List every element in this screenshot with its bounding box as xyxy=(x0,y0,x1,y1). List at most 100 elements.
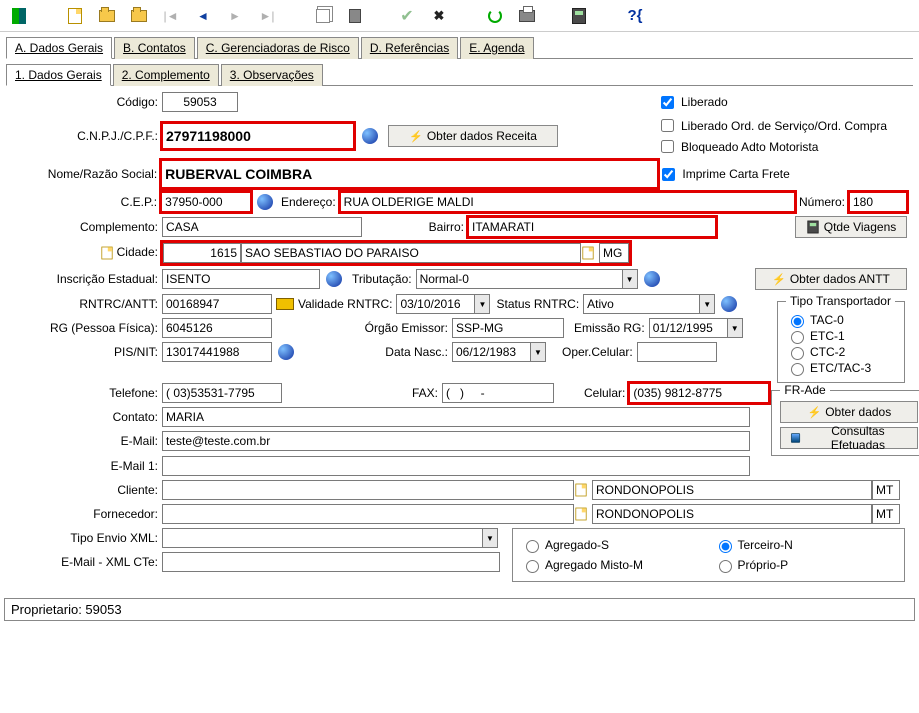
codigo-field[interactable] xyxy=(162,92,238,112)
cidade-nome-field[interactable] xyxy=(241,243,581,263)
tipo-transportador-legend: Tipo Transportador xyxy=(786,294,895,308)
label-tributacao: Tributação: xyxy=(352,272,416,286)
status-rntrc-select[interactable]: ▼ xyxy=(583,294,715,314)
tributacao-select[interactable]: ▼ xyxy=(416,269,638,289)
liberado-checkbox[interactable]: Liberado xyxy=(657,93,907,112)
data-nasc-field[interactable]: ▼ xyxy=(452,342,546,362)
fornecedor-cod-field[interactable] xyxy=(162,504,574,524)
label-status-rntrc: Status RNTRC: xyxy=(496,297,583,311)
email1-field[interactable] xyxy=(162,456,750,476)
main-toolbar: |◄ ◄ ► ►| ✔ ✖ ?{ xyxy=(0,0,919,32)
liberado-ord-checkbox[interactable]: Liberado Ord. de Serviço/Ord. Compra xyxy=(657,116,907,135)
rg-field[interactable] xyxy=(162,318,272,338)
radio-etc[interactable]: ETC-1 xyxy=(786,328,884,344)
email-xml-field[interactable] xyxy=(162,552,500,572)
radio-agregado[interactable]: Agregado-S xyxy=(521,537,692,553)
numero-field[interactable] xyxy=(849,192,907,212)
email-field[interactable] xyxy=(162,431,750,451)
fornecedor-uf-field xyxy=(872,504,900,524)
fax-field[interactable] xyxy=(442,383,554,403)
cidade-uf-field[interactable] xyxy=(599,243,629,263)
globe-icon[interactable] xyxy=(362,128,378,144)
radio-terceiro[interactable]: Terceiro-N xyxy=(714,537,885,553)
oper-celular-field[interactable] xyxy=(637,342,717,362)
telefone-field[interactable] xyxy=(162,383,282,403)
truck-icon[interactable] xyxy=(276,298,294,310)
obter-antt-button[interactable]: ⚡Obter dados ANTT xyxy=(755,268,907,290)
radio-ctc[interactable]: CTC-2 xyxy=(786,344,884,360)
radio-agregado-misto[interactable]: Agregado Misto-M xyxy=(521,557,692,573)
complemento-field[interactable] xyxy=(162,217,362,237)
fornecedor-lookup-icon[interactable] xyxy=(575,508,586,521)
tab-agenda[interactable]: E. Agenda xyxy=(460,37,533,59)
trash-icon[interactable] xyxy=(346,7,364,25)
cidade-lookup-icon[interactable] xyxy=(582,247,593,260)
obter-receita-button[interactable]: ⚡Obter dados Receita xyxy=(388,125,558,147)
globe-rntrc-icon[interactable] xyxy=(721,296,737,312)
print-icon[interactable] xyxy=(518,7,536,25)
tab-referencias[interactable]: D. Referências xyxy=(361,37,458,59)
tipo-envio-select[interactable]: ▼ xyxy=(162,528,498,548)
qtde-viagens-button[interactable]: Qtde Viagens xyxy=(795,216,907,238)
label-data-nasc: Data Nasc.: xyxy=(352,345,452,359)
label-emissao-rg: Emissão RG: xyxy=(574,321,649,335)
globe-pis-icon[interactable] xyxy=(278,344,294,360)
inscricao-field[interactable] xyxy=(162,269,320,289)
bairro-field[interactable] xyxy=(468,217,716,237)
confirm-icon[interactable]: ✔ xyxy=(398,7,416,25)
cep-field[interactable] xyxy=(161,192,251,212)
subtab-complemento[interactable]: 2. Complemento xyxy=(113,64,219,86)
cliente-lookup-icon[interactable] xyxy=(575,484,586,497)
next-icon[interactable]: ► xyxy=(226,7,244,25)
calculator-icon[interactable] xyxy=(570,7,588,25)
cnpj-field[interactable] xyxy=(162,123,354,149)
folder-up-icon[interactable] xyxy=(130,7,148,25)
globe-cep-icon[interactable] xyxy=(257,194,273,210)
contato-field[interactable] xyxy=(162,407,750,427)
dropdown-arrow-icon: ▼ xyxy=(622,269,638,289)
cliente-cod-field[interactable] xyxy=(162,480,574,500)
subtab-dados-gerais[interactable]: 1. Dados Gerais xyxy=(6,64,111,86)
subtab-observacoes[interactable]: 3. Observações xyxy=(221,64,323,86)
tab-dados-gerais[interactable]: A. Dados Gerais xyxy=(6,37,112,59)
first-icon[interactable]: |◄ xyxy=(162,7,180,25)
obter-dados-button[interactable]: ⚡Obter dados xyxy=(780,401,918,423)
radio-tac[interactable]: TAC-0 xyxy=(786,312,884,328)
consultas-button[interactable]: Consultas Efetuadas xyxy=(780,427,918,449)
last-icon[interactable]: ►| xyxy=(258,7,276,25)
label-endereco: Endereço: xyxy=(281,195,340,209)
status-bar: Proprietario: 59053 xyxy=(4,598,915,621)
label-codigo: Código: xyxy=(12,95,162,109)
tab-gerenciadoras[interactable]: C. Gerenciadoras de Risco xyxy=(197,37,359,59)
pis-field[interactable] xyxy=(162,342,272,362)
rntrc-field[interactable] xyxy=(162,294,272,314)
validade-field[interactable]: ▼ xyxy=(396,294,490,314)
exit-icon[interactable] xyxy=(10,7,28,25)
help-icon[interactable]: ?{ xyxy=(626,7,644,25)
open-icon[interactable] xyxy=(98,7,116,25)
nome-field[interactable] xyxy=(161,160,658,188)
new-icon[interactable] xyxy=(66,7,84,25)
sub-tab-bar: 1. Dados Gerais 2. Complemento 3. Observ… xyxy=(6,63,913,86)
celular-field[interactable] xyxy=(629,383,769,403)
emissao-rg-field[interactable]: ▼ xyxy=(649,318,743,338)
cancel-icon[interactable]: ✖ xyxy=(430,7,448,25)
radio-proprio[interactable]: Próprio-P xyxy=(714,557,885,573)
radio-etctac[interactable]: ETC/TAC-3 xyxy=(786,360,884,376)
orgao-field[interactable] xyxy=(452,318,564,338)
copy-icon[interactable] xyxy=(314,7,332,25)
cidade-cod-field[interactable] xyxy=(163,243,241,263)
imprime-checkbox[interactable]: Imprime Carta Frete xyxy=(658,165,789,184)
tab-contatos[interactable]: B. Contatos xyxy=(114,37,195,59)
label-rg: RG (Pessoa Física): xyxy=(12,321,162,335)
label-cliente: Cliente: xyxy=(12,483,162,497)
globe-insc-icon[interactable] xyxy=(326,271,342,287)
bloqueado-checkbox[interactable]: Bloqueado Adto Motorista xyxy=(657,137,907,156)
label-pis: PIS/NIT: xyxy=(12,345,162,359)
fornecedor-nome-field xyxy=(592,504,872,524)
prev-icon[interactable]: ◄ xyxy=(194,7,212,25)
frade-group: FR-Ade ⚡Obter dados Consultas Efetuadas xyxy=(771,383,919,456)
endereco-field[interactable] xyxy=(340,192,795,212)
refresh-icon[interactable] xyxy=(486,7,504,25)
globe-trib-icon[interactable] xyxy=(644,271,660,287)
